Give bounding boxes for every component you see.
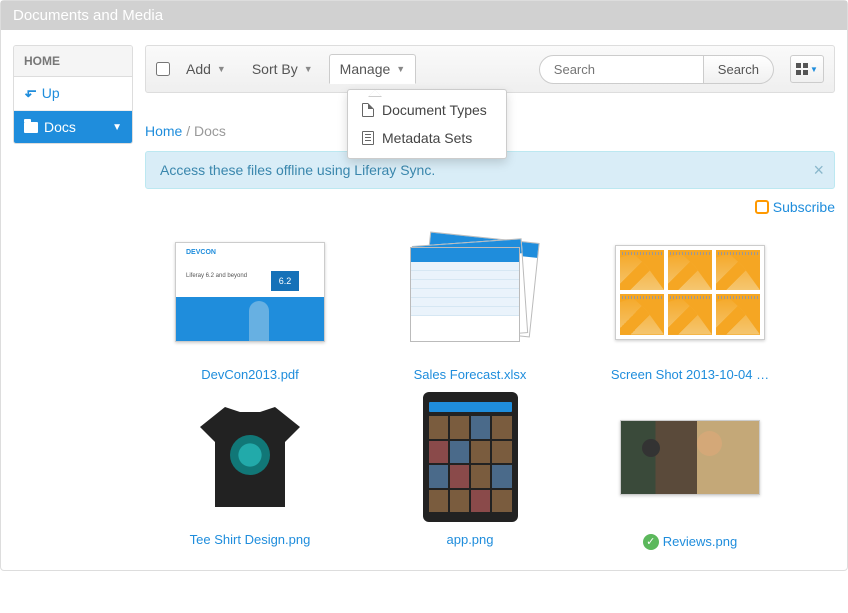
search-button[interactable]: Search (704, 55, 774, 84)
file-item[interactable]: DEVCON Liferay 6.2 and beyond 6.2 DevCon… (165, 227, 335, 382)
file-name: DevCon2013.pdf (165, 367, 335, 382)
caret-down-icon: ▼ (810, 65, 818, 74)
add-button[interactable]: Add▼ (176, 55, 236, 83)
file-name: Screen Shot 2013-10-04 … (605, 367, 775, 382)
document-icon (362, 103, 374, 117)
file-thumbnail (405, 237, 535, 347)
manage-dropdown: Document Types Metadata Sets (347, 89, 507, 159)
file-item[interactable]: Sales Forecast.xlsx (385, 227, 555, 382)
file-item[interactable]: Tee Shirt Design.png (165, 392, 335, 550)
file-item[interactable]: ✓ Reviews.png (605, 392, 775, 550)
portlet-body: HOME ↳ Up Docs ▼ Add▼ Sort By▼ Manage▼ Se… (1, 30, 847, 570)
metadata-icon (362, 131, 374, 145)
breadcrumb-current: Docs (194, 123, 226, 139)
menu-item-metadata-sets[interactable]: Metadata Sets (348, 124, 506, 152)
rss-icon (755, 200, 769, 214)
sidebar-home-label: HOME (14, 46, 132, 77)
search-group: Search (539, 55, 774, 84)
alert-close-button[interactable]: × (813, 160, 824, 181)
portlet-title: Documents and Media (1, 1, 847, 30)
file-grid: DEVCON Liferay 6.2 and beyond 6.2 DevCon… (145, 227, 835, 550)
sidebar-up-link[interactable]: ↳ Up (14, 77, 132, 111)
caret-down-icon: ▼ (304, 64, 313, 74)
file-item[interactable]: Screen Shot 2013-10-04 … (605, 227, 775, 382)
sidebar-up-label: Up (42, 85, 60, 101)
breadcrumb-home[interactable]: Home (145, 123, 182, 139)
file-thumbnail (620, 420, 760, 495)
sidebar: HOME ↳ Up Docs ▼ (13, 45, 133, 144)
sidebar-item-docs[interactable]: Docs ▼ (14, 111, 132, 143)
subscribe-row: Subscribe (145, 189, 835, 227)
file-thumbnail (190, 397, 310, 517)
file-name: Tee Shirt Design.png (165, 532, 335, 547)
file-item[interactable]: app.png (385, 392, 555, 550)
main-content: Add▼ Sort By▼ Manage▼ Search ▼ Document … (145, 45, 835, 550)
documents-media-portlet: Documents and Media HOME ↳ Up Docs ▼ Add▼… (0, 0, 848, 571)
folder-icon (24, 122, 38, 133)
search-input[interactable] (539, 55, 704, 84)
sort-by-button[interactable]: Sort By▼ (242, 55, 323, 83)
grid-icon (796, 63, 808, 75)
view-toggle-button[interactable]: ▼ (790, 55, 824, 83)
menu-item-document-types[interactable]: Document Types (348, 96, 506, 124)
caret-down-icon: ▼ (396, 64, 405, 74)
file-name: ✓ Reviews.png (643, 534, 737, 550)
approved-check-icon: ✓ (643, 534, 659, 550)
up-arrow-icon: ↳ (21, 88, 38, 100)
toolbar: Add▼ Sort By▼ Manage▼ Search ▼ (145, 45, 835, 93)
file-thumbnail (423, 392, 518, 522)
caret-down-icon: ▼ (217, 64, 226, 74)
file-thumbnail: DEVCON Liferay 6.2 and beyond 6.2 (175, 242, 325, 342)
alert-text: Access these files offline using Liferay… (160, 162, 435, 178)
file-name: app.png (385, 532, 555, 547)
caret-down-icon: ▼ (112, 122, 122, 133)
sidebar-folder-label: Docs (44, 119, 76, 135)
file-name: Sales Forecast.xlsx (385, 367, 555, 382)
subscribe-link[interactable]: Subscribe (755, 199, 835, 215)
manage-button[interactable]: Manage▼ (329, 54, 417, 84)
file-thumbnail (615, 245, 765, 340)
select-all-checkbox[interactable] (156, 62, 170, 76)
